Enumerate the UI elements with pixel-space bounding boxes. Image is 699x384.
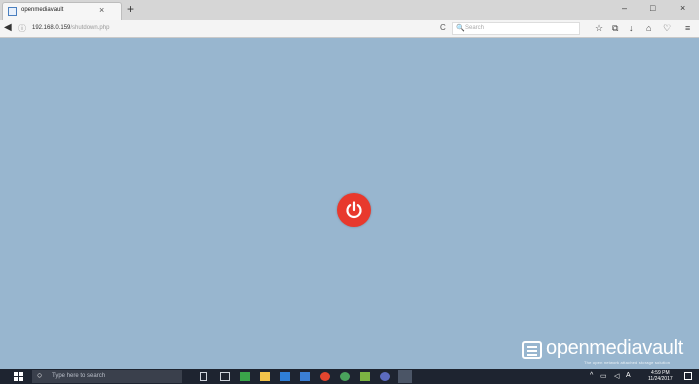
tab-strip: openmediavault × + – □ ×	[0, 0, 699, 20]
navigation-bar: ◀ ⓘ 192.168.0.159/shutdown.php C 🔍 Searc…	[0, 20, 699, 38]
windows-start-icon[interactable]	[14, 372, 23, 381]
language-indicator[interactable]: A	[626, 372, 631, 379]
home-icon[interactable]: ⌂	[646, 23, 651, 33]
reload-button[interactable]: C	[440, 23, 446, 32]
tab-title: openmediavault	[21, 7, 64, 13]
browser-tab[interactable]: openmediavault ×	[2, 2, 122, 20]
app-lime-icon[interactable]	[360, 372, 370, 381]
cortana-icon: ○	[37, 370, 43, 380]
firefox-active-icon[interactable]	[398, 370, 412, 383]
app-purple-icon[interactable]	[380, 372, 390, 381]
shutdown-page: openmediavault The open network attached…	[0, 38, 699, 369]
network-icon[interactable]: ▭	[600, 372, 607, 380]
site-favicon-icon	[8, 7, 17, 16]
task-view-icon[interactable]	[220, 372, 230, 381]
openmediavault-logo-icon	[522, 341, 542, 359]
brand-name: openmediavault	[546, 337, 684, 359]
clock-date: 11/24/2017	[648, 376, 673, 382]
pocket-icon[interactable]: ♡	[663, 23, 671, 34]
action-center-icon[interactable]	[684, 372, 692, 380]
tab-close-icon[interactable]: ×	[99, 5, 104, 15]
search-placeholder: Search	[465, 25, 485, 31]
library-icon[interactable]: ⧉	[612, 23, 618, 34]
brand-tagline: The open network attached storage soluti…	[584, 360, 671, 365]
search-input[interactable]: 🔍 Search	[452, 22, 580, 35]
menu-icon[interactable]: ≡	[685, 23, 690, 33]
maximize-button[interactable]: □	[650, 3, 655, 13]
power-icon	[346, 201, 362, 219]
volume-icon[interactable]: ◁	[614, 372, 619, 380]
site-info-icon[interactable]: ⓘ	[18, 23, 26, 34]
app-green-icon[interactable]	[240, 372, 250, 381]
search-icon: 🔍	[456, 25, 465, 32]
store-icon[interactable]	[280, 372, 290, 381]
taskbar-clock[interactable]: 4:59 PM 11/24/2017	[648, 370, 673, 382]
close-window-button[interactable]: ×	[680, 3, 685, 13]
taskbar-search-input[interactable]: ○ Type here to search	[32, 370, 182, 383]
url-host: 192.168.0.159	[32, 25, 71, 31]
app-green-round-icon[interactable]	[340, 372, 350, 381]
minimize-button[interactable]: –	[622, 3, 627, 13]
openmediavault-brand: openmediavault The open network attached…	[522, 337, 697, 366]
url-bar[interactable]: 192.168.0.159/shutdown.php	[32, 25, 109, 31]
new-tab-button[interactable]: +	[127, 2, 134, 16]
taskbar-search-placeholder: Type here to search	[52, 373, 106, 379]
download-icon[interactable]: ↓	[629, 23, 634, 33]
microphone-icon[interactable]	[200, 372, 207, 381]
url-path: /shutdown.php	[70, 25, 110, 31]
file-explorer-icon[interactable]	[260, 372, 270, 381]
chrome-icon[interactable]	[320, 372, 330, 381]
power-button[interactable]	[337, 193, 371, 227]
bookmark-star-icon[interactable]: ☆	[595, 23, 603, 34]
tray-chevron-icon[interactable]: ^	[590, 372, 593, 379]
taskbar: ○ Type here to search ^ ▭ ◁ A 4:59 PM 11…	[0, 369, 699, 384]
back-button[interactable]: ◀	[4, 22, 12, 33]
app-blue-icon[interactable]	[300, 372, 310, 381]
